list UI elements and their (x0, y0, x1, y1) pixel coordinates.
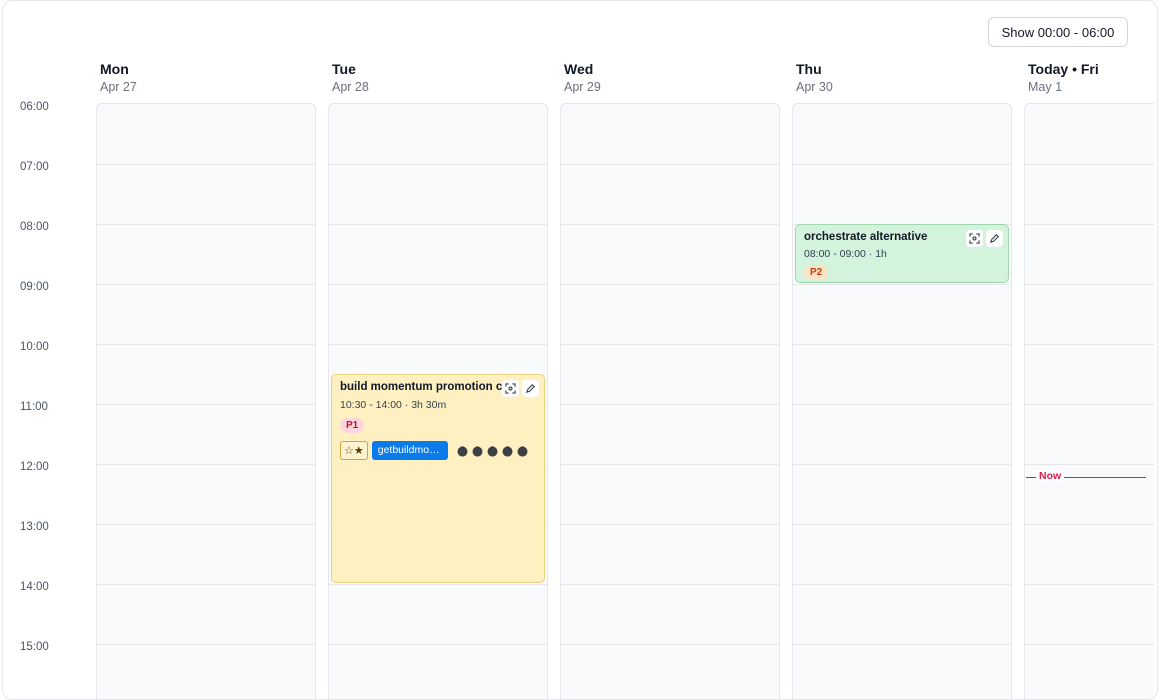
tomato-icon (502, 445, 513, 457)
tomato-icon (457, 445, 468, 457)
hour-gridline (1025, 344, 1154, 345)
hour-gridline (561, 284, 779, 285)
edit-pencil-icon[interactable] (522, 380, 539, 397)
star-rating[interactable]: ☆★ (340, 441, 368, 460)
hour-gridline (329, 344, 547, 345)
priority-badge: P1 (340, 418, 365, 433)
hour-gridline (793, 524, 1011, 525)
hour-gridline (561, 644, 779, 645)
day-date: Apr 29 (564, 80, 601, 94)
hour-gridline (329, 644, 547, 645)
hour-gridline (1025, 524, 1154, 525)
hour-gridline (97, 344, 315, 345)
time-label: 15:00 (20, 641, 49, 653)
hour-gridline (561, 224, 779, 225)
hour-gridline (793, 344, 1011, 345)
hour-gridline (1025, 464, 1154, 465)
time-label: 07:00 (20, 161, 49, 173)
day-column-mon[interactable] (96, 103, 316, 699)
hour-gridline (329, 224, 547, 225)
day-name: Today • Fri (1028, 61, 1099, 77)
time-label: 13:00 (20, 521, 49, 533)
hour-gridline (561, 164, 779, 165)
day-name: Mon (100, 61, 129, 77)
day-column-wed[interactable] (560, 103, 780, 699)
hour-gridline (1025, 164, 1154, 165)
hour-gridline (561, 524, 779, 525)
hour-gridline (97, 644, 315, 645)
event-time: 08:00 - 09:00 · 1h (804, 248, 887, 260)
hour-gridline (1025, 404, 1154, 405)
time-label: 06:00 (20, 101, 49, 113)
focus-icon[interactable] (966, 230, 983, 247)
day-header-wed: Wed Apr 29 (564, 61, 601, 94)
hour-gridline (793, 164, 1011, 165)
hour-gridline (1025, 284, 1154, 285)
hour-gridline (97, 524, 315, 525)
hour-gridline (793, 404, 1011, 405)
hour-gridline (793, 464, 1011, 465)
day-header-today: Today • Fri May 1 (1028, 61, 1099, 94)
day-header-tue: Tue Apr 28 (332, 61, 369, 94)
tomato-icon (472, 445, 483, 457)
hour-gridline (97, 584, 315, 585)
hour-gridline (793, 284, 1011, 285)
day-date: Apr 28 (332, 80, 369, 94)
link-chip[interactable]: getbuildmo… (371, 441, 448, 460)
hour-gridline (97, 224, 315, 225)
day-date: May 1 (1028, 80, 1063, 94)
time-label: 12:00 (20, 461, 49, 473)
edit-pencil-icon[interactable] (986, 230, 1003, 247)
day-header-thu: Thu Apr 30 (796, 61, 833, 94)
day-column-today[interactable] (1024, 103, 1154, 699)
event-card-thu[interactable]: orchestrate alternative 08:00 - 09:00 · … (795, 224, 1009, 283)
calendar-frame: Show 00:00 - 06:00 Mon Apr 27 Tue Apr 28… (2, 0, 1158, 700)
time-label: 10:00 (20, 341, 49, 353)
pomodoro-tomatoes (456, 444, 529, 457)
focus-icon[interactable] (502, 380, 519, 397)
hour-gridline (329, 584, 547, 585)
event-card-tue[interactable]: build momentum promotion c 10:30 - 14:00… (331, 374, 545, 583)
priority-badge: P2 (804, 265, 829, 280)
hour-gridline (329, 164, 547, 165)
hour-gridline (793, 584, 1011, 585)
day-date: Apr 27 (100, 80, 137, 94)
event-meta-row: ☆★ getbuildmo… (340, 441, 536, 460)
time-label: 09:00 (20, 281, 49, 293)
now-indicator-label: Now (1036, 470, 1065, 482)
day-header-mon: Mon Apr 27 (100, 61, 137, 94)
event-time: 10:30 - 14:00 · 3h 30m (340, 399, 447, 411)
day-name: Wed (564, 61, 594, 77)
tomato-icon (487, 445, 498, 457)
day-column-thu[interactable] (792, 103, 1012, 699)
hour-gridline (561, 584, 779, 585)
tomato-icon (517, 445, 528, 457)
time-label: 11:00 (20, 401, 48, 413)
day-name: Thu (796, 61, 822, 77)
hour-gridline (561, 344, 779, 345)
hour-gridline (1025, 224, 1154, 225)
day-name: Tue (332, 61, 356, 77)
time-label: 14:00 (20, 581, 49, 593)
hour-gridline (97, 404, 315, 405)
hour-gridline (97, 284, 315, 285)
hour-gridline (793, 644, 1011, 645)
hour-gridline (97, 164, 315, 165)
hour-gridline (561, 464, 779, 465)
hour-gridline (97, 464, 315, 465)
hour-gridline (1025, 584, 1154, 585)
event-actions (966, 230, 1003, 247)
time-label: 08:00 (20, 221, 49, 233)
show-early-hours-button[interactable]: Show 00:00 - 06:00 (988, 17, 1128, 47)
day-date: Apr 30 (796, 80, 833, 94)
hour-gridline (329, 284, 547, 285)
hour-gridline (561, 404, 779, 405)
hour-gridline (1025, 644, 1154, 645)
event-actions (502, 380, 539, 397)
